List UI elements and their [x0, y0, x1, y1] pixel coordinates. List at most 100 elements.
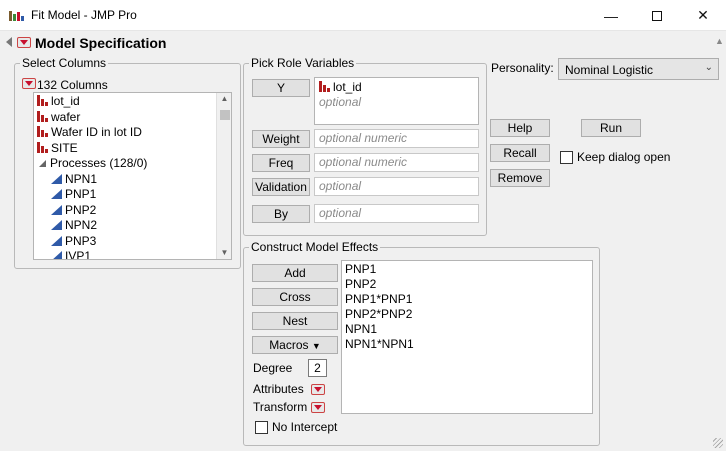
column-item[interactable]: IVP1: [37, 249, 147, 260]
y-role-list[interactable]: lot_id optional: [314, 77, 479, 125]
minimize-icon: —: [604, 7, 618, 24]
chevron-up-icon: ▲: [715, 36, 724, 46]
column-label: wafer: [51, 109, 81, 124]
column-item[interactable]: NPN2: [37, 218, 147, 234]
columns-menu-icon[interactable]: [22, 78, 36, 89]
freq-button[interactable]: Freq: [252, 154, 310, 172]
close-icon: ✕: [697, 7, 709, 23]
personality-value: Nominal Logistic: [565, 63, 654, 77]
remove-button[interactable]: Remove: [490, 169, 550, 187]
macros-label: Macros: [269, 338, 309, 352]
nominal-icon: [37, 126, 48, 137]
continuous-icon: [51, 204, 62, 215]
red-triangle-menu-icon[interactable]: [17, 37, 31, 48]
minimize-button[interactable]: —: [588, 0, 634, 31]
continuous-icon: [51, 189, 62, 199]
validation-field[interactable]: optional: [314, 177, 479, 196]
nominal-icon: [37, 141, 48, 153]
keep-open-label: Keep dialog open: [577, 150, 671, 164]
resize-grip-icon[interactable]: [713, 438, 723, 448]
column-label: PNP2: [65, 202, 97, 217]
scrollbar-thumb[interactable]: [220, 110, 230, 120]
column-item[interactable]: SITE: [37, 141, 147, 157]
column-item[interactable]: NPN1: [37, 172, 147, 188]
nest-button[interactable]: Nest: [252, 312, 338, 330]
no-intercept-label: No Intercept: [272, 420, 338, 434]
effect-item[interactable]: PNP2: [345, 277, 414, 292]
maximize-icon: [652, 10, 662, 21]
column-label: PNP3: [65, 233, 97, 248]
scroll-up-icon[interactable]: ▲: [217, 94, 231, 103]
jmp-app-icon: [9, 11, 24, 21]
run-button[interactable]: Run: [581, 119, 641, 137]
continuous-icon: [51, 251, 62, 259]
keep-open-checkbox[interactable]: [560, 151, 573, 164]
y-role-value: lot_id: [333, 80, 362, 94]
y-button[interactable]: Y: [252, 79, 310, 97]
column-item[interactable]: PNP2: [37, 203, 147, 219]
scroll-down-icon[interactable]: ▼: [217, 248, 231, 257]
column-count: 132 Columns: [37, 78, 108, 92]
close-button[interactable]: ✕: [680, 0, 726, 31]
maximize-button[interactable]: [634, 0, 680, 31]
column-label: IVP1: [65, 249, 92, 260]
cross-button[interactable]: Cross: [252, 288, 338, 306]
column-label: PNP1: [65, 187, 97, 201]
select-columns-label: Select Columns: [20, 56, 109, 70]
pick-role-label: Pick Role Variables: [249, 56, 357, 70]
column-group-label: Processes (128/0): [50, 156, 148, 170]
effect-item[interactable]: PNP2*PNP2: [345, 307, 414, 322]
column-item[interactable]: PNP3: [37, 234, 147, 250]
window-title: Fit Model - JMP Pro: [31, 8, 137, 22]
add-button[interactable]: Add: [252, 264, 338, 282]
effect-item[interactable]: PNP1*PNP1: [345, 292, 414, 307]
transform-menu-icon[interactable]: [311, 402, 325, 413]
column-item[interactable]: wafer: [37, 110, 147, 126]
column-item[interactable]: Wafer ID in lot ID: [37, 125, 147, 141]
recall-button[interactable]: Recall: [490, 144, 550, 162]
column-item[interactable]: PNP1: [37, 187, 147, 203]
caret-down-icon: ▼: [311, 341, 321, 351]
effect-item[interactable]: PNP1: [345, 262, 414, 277]
personality-select[interactable]: Nominal Logistic ⌄: [558, 58, 719, 80]
by-field[interactable]: optional: [314, 204, 479, 223]
attributes-label: Attributes: [253, 382, 304, 396]
degree-input[interactable]: 2: [308, 359, 327, 377]
column-item[interactable]: lot_id: [37, 94, 147, 110]
continuous-icon: [51, 173, 62, 184]
validation-button[interactable]: Validation: [252, 178, 310, 196]
nominal-icon: [37, 110, 48, 122]
transform-label: Transform: [253, 400, 308, 414]
effect-item[interactable]: NPN1: [345, 322, 414, 337]
nominal-icon: [319, 81, 330, 92]
column-list-scrollbar[interactable]: ▲ ▼: [216, 93, 231, 259]
weight-button[interactable]: Weight: [252, 130, 310, 148]
disclosure-icon[interactable]: [6, 37, 12, 47]
column-label: Wafer ID in lot ID: [51, 125, 142, 139]
column-list[interactable]: lot_id wafer Wafer ID in lot ID SITE Pro…: [33, 92, 232, 260]
y-role-placeholder: optional: [319, 95, 362, 109]
no-intercept-checkbox[interactable]: [255, 421, 268, 434]
column-label: SITE: [51, 140, 78, 155]
construct-effects-label: Construct Model Effects: [249, 240, 381, 254]
macros-button[interactable]: Macros ▼: [252, 336, 338, 354]
y-role-item[interactable]: lot_id: [319, 80, 362, 94]
column-group[interactable]: Processes (128/0): [37, 156, 147, 172]
page-title: Model Specification: [35, 35, 167, 51]
group-expand-icon[interactable]: [39, 160, 46, 167]
continuous-icon: [51, 235, 62, 246]
freq-field[interactable]: optional numeric: [314, 153, 479, 172]
by-button[interactable]: By: [252, 205, 310, 223]
chevron-down-icon: ⌄: [704, 62, 713, 73]
effect-item[interactable]: NPN1*NPN1: [345, 337, 414, 352]
column-label: lot_id: [51, 94, 80, 108]
help-button[interactable]: Help: [490, 119, 550, 137]
column-label: NPN1: [65, 171, 98, 186]
degree-label: Degree: [253, 361, 293, 375]
column-label: NPN2: [65, 218, 98, 232]
personality-label: Personality:: [491, 61, 554, 75]
nominal-icon: [37, 95, 48, 106]
weight-field[interactable]: optional numeric: [314, 129, 479, 148]
attributes-menu-icon[interactable]: [311, 384, 325, 395]
model-effects-list[interactable]: PNP1 PNP2 PNP1*PNP1 PNP2*PNP2 NPN1 NPN1*…: [341, 260, 593, 414]
